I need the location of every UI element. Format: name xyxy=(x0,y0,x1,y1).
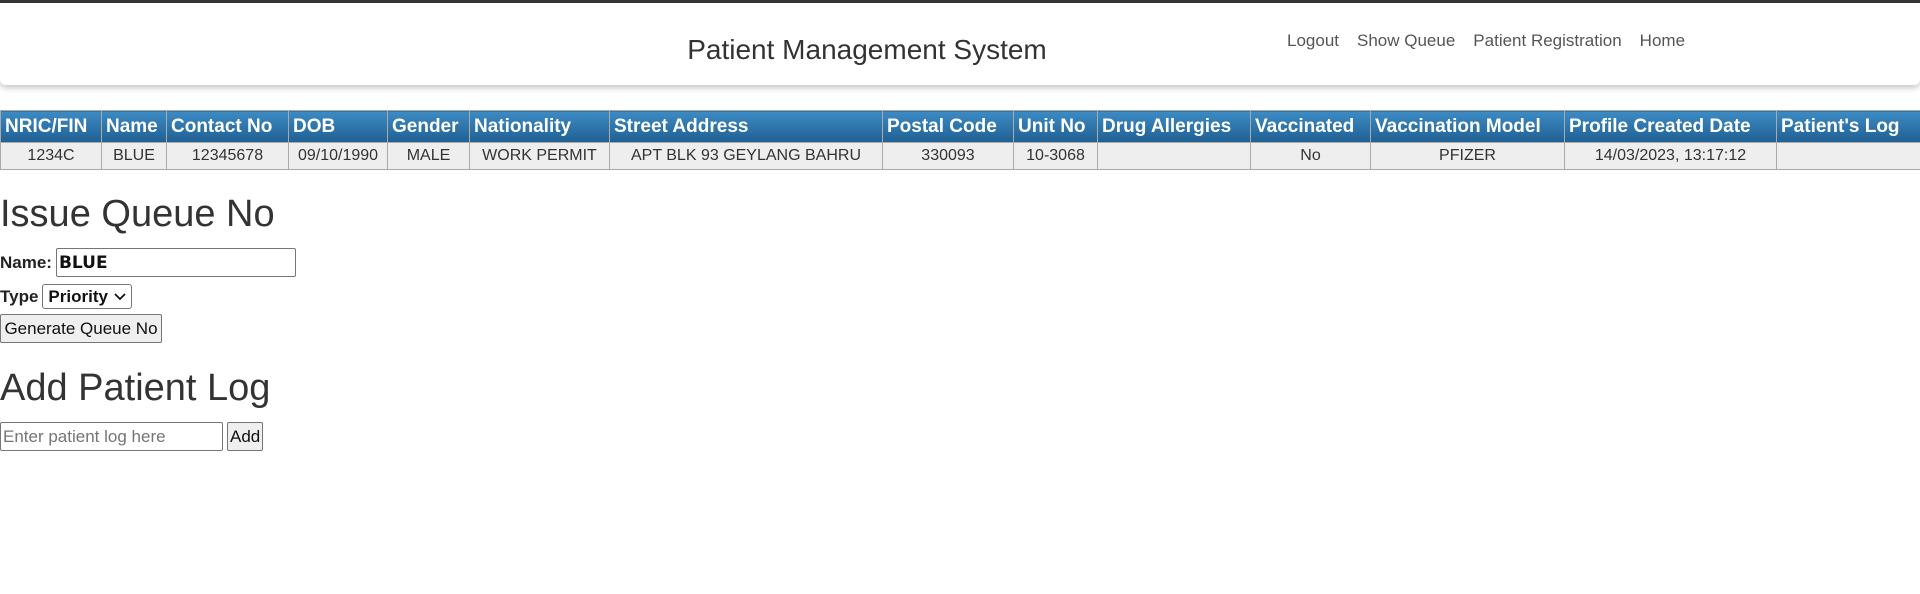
nav-patient-registration[interactable]: Patient Registration xyxy=(1473,31,1621,51)
col-header: Gender xyxy=(387,110,470,143)
cell-vaccination-model: PFIZER xyxy=(1370,142,1565,170)
type-row: Type Priority xyxy=(0,284,132,309)
chevron-down-icon xyxy=(114,292,126,300)
patient-log-row: Add xyxy=(0,422,263,451)
patient-table: NRIC/FIN Name Contact No DOB Gender Nati… xyxy=(0,110,1920,170)
cell-contact: 12345678 xyxy=(166,142,289,170)
name-row: Name: xyxy=(0,248,296,277)
cell-patient-log xyxy=(1776,142,1920,170)
col-header: Patient's Log xyxy=(1776,110,1920,143)
col-header: Contact No xyxy=(166,110,289,143)
col-header: DOB xyxy=(288,110,388,143)
top-navbar: Patient Management System Logout Show Qu… xyxy=(0,0,1920,85)
col-header: Unit No xyxy=(1013,110,1098,143)
cell-drug-allergies xyxy=(1097,142,1251,170)
cell-nric: 1234C xyxy=(0,142,102,170)
cell-profile-created: 14/03/2023, 13:17:12 xyxy=(1564,142,1777,170)
issue-queue-heading: Issue Queue No xyxy=(0,193,275,235)
col-header: Street Address xyxy=(609,110,883,143)
col-header: Drug Allergies xyxy=(1097,110,1251,143)
cell-postal-code: 330093 xyxy=(882,142,1014,170)
table-row: 1234C BLUE 12345678 09/10/1990 MALE WORK… xyxy=(0,142,1920,170)
col-header: Profile Created Date xyxy=(1564,110,1777,143)
type-label: Type xyxy=(0,286,39,306)
type-select-value: Priority xyxy=(48,286,108,306)
add-patient-log-heading: Add Patient Log xyxy=(0,367,271,409)
cell-street-address: APT BLK 93 GEYLANG BAHRU xyxy=(609,142,883,170)
cell-vaccinated: No xyxy=(1250,142,1371,170)
nav-menu: Logout Show Queue Patient Registration H… xyxy=(1287,31,1685,51)
col-header: Vaccinated xyxy=(1250,110,1371,143)
nav-home[interactable]: Home xyxy=(1640,31,1685,51)
add-log-button[interactable]: Add xyxy=(227,422,263,451)
cell-dob: 09/10/1990 xyxy=(288,142,388,170)
cell-unit-no: 10-3068 xyxy=(1013,142,1098,170)
table-header-row: NRIC/FIN Name Contact No DOB Gender Nati… xyxy=(0,110,1920,143)
name-label: Name: xyxy=(0,252,52,272)
col-header: Nationality xyxy=(469,110,610,143)
col-header: Postal Code xyxy=(882,110,1014,143)
col-header: NRIC/FIN xyxy=(0,110,102,143)
generate-queue-button[interactable]: Generate Queue No xyxy=(0,314,162,343)
nav-logout[interactable]: Logout xyxy=(1287,31,1339,51)
cell-name: BLUE xyxy=(101,142,167,170)
cell-gender: MALE xyxy=(387,142,470,170)
col-header: Name xyxy=(101,110,167,143)
type-select[interactable]: Priority xyxy=(42,284,132,309)
patient-log-input[interactable] xyxy=(0,422,223,451)
cell-nationality: WORK PERMIT xyxy=(469,142,610,170)
nav-show-queue[interactable]: Show Queue xyxy=(1357,31,1455,51)
col-header: Vaccination Model xyxy=(1370,110,1565,143)
name-input[interactable] xyxy=(55,248,296,277)
